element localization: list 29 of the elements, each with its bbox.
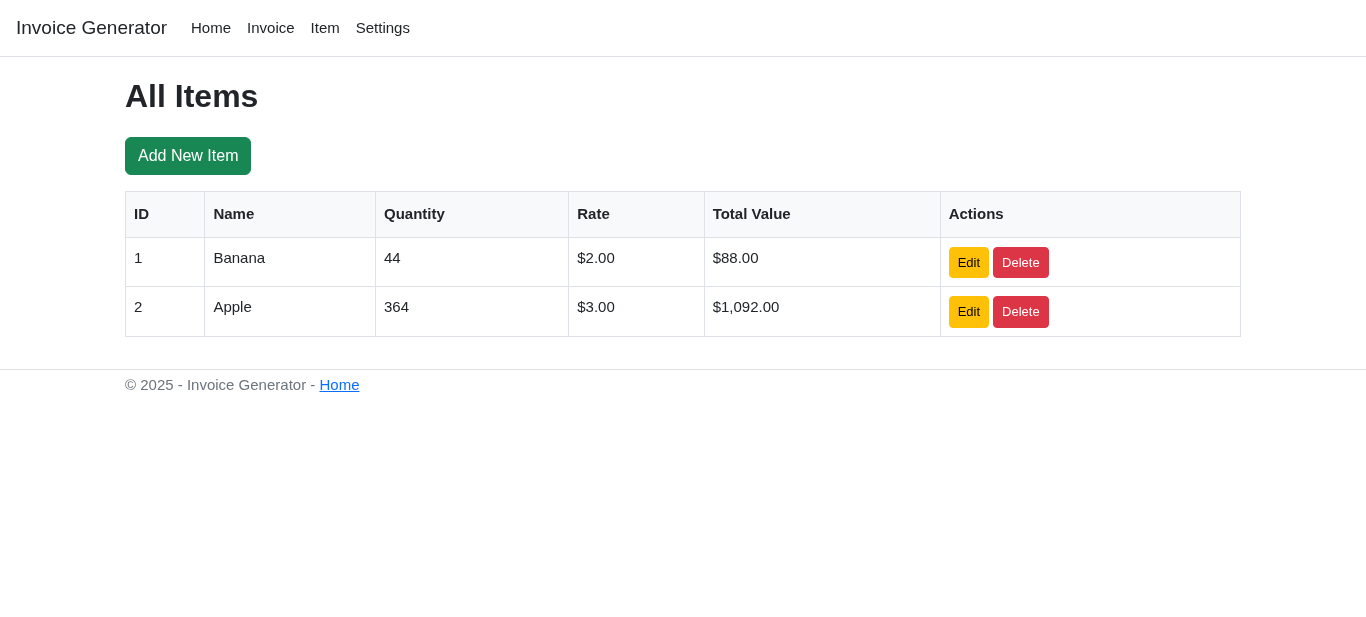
edit-button[interactable]: Edit [948, 296, 990, 328]
nav-link[interactable]: Home [183, 16, 240, 40]
table-cell: $3.00 [568, 286, 705, 337]
nav-link[interactable]: Invoice [239, 16, 303, 40]
footer-text: © 2025 - Invoice Generator - Home [125, 375, 360, 393]
table-cell: Banana [204, 237, 376, 287]
column-header: Actions [940, 191, 1241, 238]
footer-link[interactable]: Home [319, 375, 360, 393]
nav-link[interactable]: Item [302, 16, 348, 40]
table-cell: 44 [375, 237, 569, 287]
edit-button[interactable]: Edit [948, 246, 990, 279]
table-cell: Apple [204, 286, 376, 337]
table-cell: $2.00 [568, 237, 705, 287]
page-title: All Items [125, 77, 260, 116]
table-cell: 2 [125, 286, 205, 337]
column-header: ID [125, 191, 205, 238]
table-cell: $1,092.00 [704, 286, 941, 337]
delete-button[interactable]: Delete [993, 246, 1049, 279]
column-header: Rate [568, 191, 705, 238]
table-cell: 364 [375, 286, 569, 337]
column-header: Name [204, 191, 376, 238]
table-cell: $88.00 [704, 237, 941, 287]
nav-link[interactable]: Settings [347, 16, 418, 40]
table-cell: 1 [125, 237, 205, 287]
column-header: Total Value [704, 191, 941, 238]
brand-link[interactable]: Invoice Generator [16, 13, 168, 43]
delete-button[interactable]: Delete [993, 296, 1049, 328]
column-header: Quantity [375, 191, 569, 238]
add-item-button[interactable]: Add New Item [125, 137, 252, 176]
